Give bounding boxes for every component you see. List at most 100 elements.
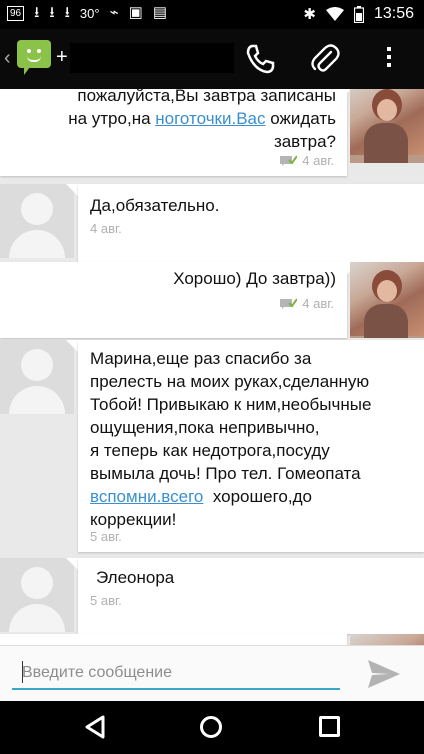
message-line: завтра? — [16, 130, 336, 153]
message-text-segment: ощущения,пока непривычно, — [90, 418, 320, 437]
card-icon: ▤ — [152, 4, 167, 21]
message-line: вымыла дочь! Про тел. Гомеопата — [90, 462, 420, 485]
download-arrow-icon: ⭳ — [64, 4, 70, 21]
avatar-photo[interactable] — [350, 634, 424, 645]
message-text-segment: на утро,на — [68, 109, 156, 128]
compose-bar — [0, 645, 424, 701]
message-incoming[interactable]: Марина,еще раз спасибо за прелесть на мои… — [0, 340, 424, 556]
message-outgoing[interactable] — [0, 634, 424, 645]
download-arrow-icon: ⭳ — [49, 4, 55, 21]
message-line: Марина,еще раз спасибо за — [90, 347, 420, 370]
message-meta: 4 авг. — [280, 296, 334, 311]
download-arrow-icon: ⭳ — [34, 4, 40, 21]
message-text-segment: Элеонора — [96, 568, 175, 587]
message-text-segment: Тобой! Привыкаю к ним,необычные — [90, 395, 372, 414]
overflow-menu-icon[interactable] — [384, 44, 394, 74]
message-text: пожалуйста,Вы завтра записаны на утро,на … — [16, 89, 336, 153]
message-line: Да,обязательно. — [90, 194, 410, 217]
back-triangle-icon[interactable] — [84, 715, 106, 739]
message-line: Хорошо) До завтра)) — [16, 267, 336, 290]
message-text-segment: завтра? — [273, 132, 336, 151]
message-date: 4 авг. — [302, 153, 334, 168]
image-icon: ▣ — [128, 4, 143, 21]
battery-icon — [353, 5, 364, 23]
message-list[interactable]: пожалуйста,Вы завтра записаны на утро,на … — [0, 89, 424, 645]
avatar-photo[interactable] — [350, 89, 424, 163]
notification-count-badge: 96 — [7, 5, 25, 21]
message-date: 5 авг. — [90, 529, 122, 544]
message-meta: 5 авг. — [90, 593, 122, 608]
home-circle-icon[interactable] — [200, 716, 222, 738]
message-text-segment: хорошего,до — [203, 487, 312, 506]
avatar-photo-body — [364, 123, 408, 163]
phone-icon[interactable] — [244, 43, 276, 75]
message-link[interactable]: ноготочки.Вас — [155, 109, 265, 128]
navigation-bar — [0, 701, 424, 754]
message-bubble — [0, 634, 347, 645]
delivered-icon — [280, 298, 298, 309]
messaging-app-icon[interactable] — [17, 40, 51, 75]
message-text-segment: прелесть на моих руках,сделанную — [90, 372, 370, 391]
status-bar-left: 96 ⭳ ⭳ ⭳ 30° ⌁ ▣ ▤ — [7, 4, 167, 22]
messaging-screen: 96 ⭳ ⭳ ⭳ 30° ⌁ ▣ ▤ ✱ 13:56 ‹ + пожалуйст… — [0, 0, 424, 754]
message-line: Элеонора — [96, 566, 416, 589]
status-bar: 96 ⭳ ⭳ ⭳ 30° ⌁ ▣ ▤ ✱ 13:56 — [0, 0, 424, 29]
message-incoming[interactable]: Элеонора 5 авг. — [0, 558, 424, 640]
status-bar-right: ✱ 13:56 — [303, 5, 414, 23]
message-date: 4 авг. — [90, 221, 122, 236]
message-date: 4 авг. — [302, 296, 334, 311]
message-text-segment: пожалуйста,Вы завтра записаны — [77, 89, 336, 105]
redacted-contact-name — [70, 43, 234, 73]
message-text-segment: Хорошо) До завтра)) — [173, 269, 336, 288]
message-text-segment: Да,обязательно. — [90, 196, 220, 215]
broom-icon: ⌁ — [109, 4, 119, 21]
message-text: Марина,еще раз спасибо за прелесть на мои… — [90, 347, 420, 531]
overflow-dot — [387, 55, 391, 59]
bubble-tail — [66, 184, 78, 196]
avatar-photo-body — [364, 304, 408, 338]
avatar-placeholder[interactable] — [0, 340, 74, 414]
message-input[interactable] — [12, 658, 340, 690]
avatar-body — [9, 230, 65, 258]
temperature-text: 30° — [79, 5, 100, 21]
message-line: коррекции! — [90, 508, 420, 531]
avatar-body — [9, 386, 65, 414]
message-link[interactable]: вспомни.всего — [90, 487, 203, 506]
avatar-photo-face — [377, 99, 397, 121]
message-outgoing[interactable]: Хорошо) До завтра)) 4 авг. — [0, 262, 424, 342]
app-icon-eye — [27, 49, 31, 53]
overflow-dot — [387, 47, 391, 51]
bubble-tail — [66, 558, 78, 570]
message-line: прелесть на моих руках,сделанную — [90, 370, 420, 393]
avatar-photo[interactable] — [350, 262, 424, 338]
message-text: Да,обязательно. — [90, 194, 410, 217]
message-incoming[interactable]: Да,обязательно. 4 авг. — [0, 184, 424, 266]
avatar-placeholder[interactable] — [0, 558, 74, 632]
message-line: вспомни.всего хорошего,до — [90, 485, 420, 508]
back-chevron-icon[interactable]: ‹ — [4, 46, 11, 70]
message-text-segment: вымыла дочь! Про тел. Гомеопата — [90, 464, 361, 483]
avatar-placeholder[interactable] — [0, 184, 74, 258]
paperclip-icon[interactable] — [310, 43, 340, 75]
message-text-segment: коррекции! — [90, 510, 177, 529]
app-icon-mouth — [27, 56, 41, 62]
avatar-head — [21, 193, 53, 225]
avatar-body — [9, 604, 65, 632]
message-line: пожалуйста,Вы завтра записаны — [16, 89, 336, 107]
message-date: 5 авг. — [90, 593, 122, 608]
conversation-action-bar: ‹ + — [0, 29, 424, 89]
message-line: Тобой! Привыкаю к ним,необычные — [90, 393, 420, 416]
message-line: я теперь как недотрога,посуду — [90, 439, 420, 462]
message-text-segment: ожидать — [265, 109, 336, 128]
message-meta: 5 авг. — [90, 529, 122, 544]
wifi-icon — [325, 6, 344, 21]
message-meta: 4 авг. — [280, 153, 334, 168]
app-icon-eye — [37, 49, 41, 53]
message-outgoing[interactable]: пожалуйста,Вы завтра записаны на утро,на … — [0, 89, 424, 176]
send-icon[interactable] — [367, 658, 401, 690]
message-line: на утро,на ноготочки.Вас ожидать — [16, 107, 336, 130]
overflow-dot — [387, 63, 391, 67]
contact-plus-text: + — [56, 46, 68, 68]
recents-square-icon[interactable] — [319, 716, 340, 737]
message-text-segment: Марина,еще раз спасибо за — [90, 349, 312, 368]
